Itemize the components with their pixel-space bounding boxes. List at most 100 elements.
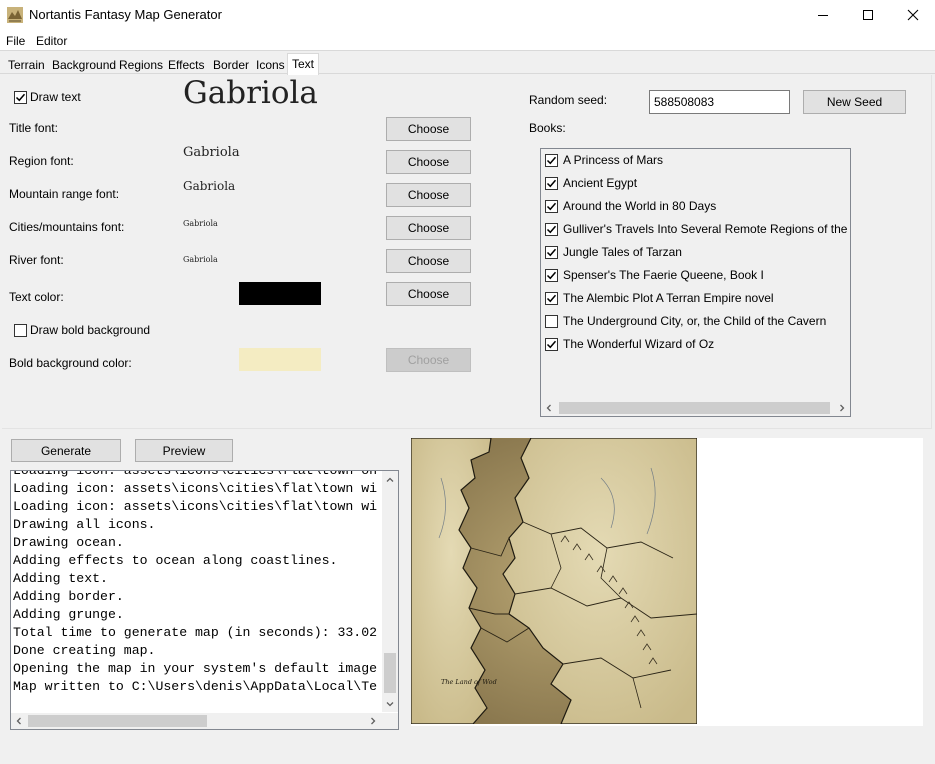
scroll-down-icon[interactable] (386, 700, 394, 708)
tab-regions[interactable]: Regions (115, 56, 167, 74)
new-seed-button[interactable]: New Seed (803, 90, 906, 114)
book-item[interactable]: Gulliver's Travels Into Several Remote R… (545, 219, 851, 239)
choose-mountain-font-button[interactable]: Choose (386, 183, 471, 207)
scroll-left-icon[interactable] (545, 404, 553, 412)
book-checkbox[interactable] (545, 291, 558, 305)
river-font-label: River font: (9, 253, 64, 267)
tab-border[interactable]: Border (209, 56, 253, 74)
random-seed-label: Random seed: (529, 93, 608, 107)
book-title: Ancient Egypt (563, 176, 638, 190)
title-bar: Nortantis Fantasy Map Generator (0, 0, 935, 30)
book-item[interactable]: A Princess of Mars (545, 150, 663, 170)
book-title: A Princess of Mars (563, 153, 664, 167)
book-title: The Underground City, or, the Child of t… (563, 314, 827, 328)
scroll-right-icon[interactable] (838, 404, 846, 412)
log-output[interactable]: Loading icon: assets\icons\cities\flat\t… (10, 470, 399, 730)
log-vertical-thumb[interactable] (384, 653, 396, 693)
log-line: Loading icon: assets\icons\cities\flat\t… (13, 470, 378, 478)
scroll-left-icon[interactable] (15, 717, 23, 725)
book-item[interactable]: Around the World in 80 Days (545, 196, 716, 216)
book-item[interactable]: The Underground City, or, the Child of t… (545, 311, 826, 331)
checkmark-icon (546, 202, 557, 210)
books-list: A Princess of Mars Ancient Egypt Around … (540, 148, 851, 417)
tab-background[interactable]: Background (48, 56, 120, 74)
log-horizontal-thumb[interactable] (28, 715, 207, 727)
log-line: Adding effects to ocean along coastlines… (13, 553, 338, 568)
choose-region-font-button[interactable]: Choose (386, 150, 471, 174)
close-button[interactable] (890, 0, 935, 30)
draw-bold-background-checkbox[interactable] (14, 324, 27, 337)
minimize-button[interactable] (800, 0, 846, 30)
book-title: Jungle Tales of Tarzan (563, 245, 682, 259)
book-checkbox[interactable] (545, 176, 558, 190)
tab-effects[interactable]: Effects (164, 56, 208, 74)
log-vertical-scrollbar[interactable] (382, 471, 398, 712)
book-checkbox[interactable] (545, 153, 558, 167)
log-line: Adding grunge. (13, 607, 124, 622)
cities-font-preview: Gabriola (183, 219, 218, 228)
draw-bold-background-label: Draw bold background (30, 323, 151, 337)
book-checkbox[interactable] (545, 222, 558, 236)
books-label: Books: (529, 121, 566, 135)
book-item[interactable]: Ancient Egypt (545, 173, 637, 193)
random-seed-input[interactable] (649, 90, 790, 114)
app-icon (7, 7, 23, 23)
books-scroll-thumb[interactable] (559, 402, 830, 414)
book-title: Gulliver's Travels Into Several Remote R… (563, 222, 851, 236)
draw-text-checkbox[interactable] (14, 91, 27, 104)
map-preview-area: The Land of Wod (411, 438, 923, 726)
checkmark-icon (546, 340, 557, 348)
choose-title-font-button[interactable]: Choose (386, 117, 471, 141)
books-horizontal-scrollbar[interactable] (542, 400, 849, 416)
book-checkbox[interactable] (545, 314, 558, 328)
menu-editor[interactable]: Editor (36, 34, 67, 48)
cities-font-label: Cities/mountains font: (9, 220, 125, 234)
menu-bar: File Editor (0, 30, 935, 51)
map-preview-image[interactable]: The Land of Wod (411, 438, 697, 724)
log-line: Opening the map in your system's default… (13, 661, 378, 676)
log-line: Drawing ocean. (13, 535, 124, 550)
book-checkbox[interactable] (545, 199, 558, 213)
book-item[interactable]: Jungle Tales of Tarzan (545, 242, 682, 262)
region-font-preview: Gabriola (183, 145, 240, 160)
minimize-icon (818, 15, 828, 16)
book-item[interactable]: Spenser's The Faerie Queene, Book I (545, 265, 764, 285)
book-title: Spenser's The Faerie Queene, Book I (563, 268, 764, 282)
tab-terrain[interactable]: Terrain (4, 56, 49, 74)
book-item[interactable]: The Alembic Plot A Terran Empire novel (545, 288, 774, 308)
scroll-right-icon[interactable] (369, 717, 377, 725)
log-line: Total time to generate map (in seconds):… (13, 625, 378, 640)
book-title: The Alembic Plot A Terran Empire novel (563, 291, 774, 305)
close-icon (907, 9, 919, 21)
mountain-font-label: Mountain range font: (9, 187, 120, 201)
checkmark-icon (15, 93, 26, 102)
preview-button[interactable]: Preview (135, 439, 233, 462)
tab-strip: Terrain Background Regions Effects Borde… (0, 52, 935, 75)
choose-cities-font-button[interactable]: Choose (386, 216, 471, 240)
region-font-label: Region font: (9, 154, 74, 168)
menu-file[interactable]: File (6, 34, 25, 48)
text-color-label: Text color: (9, 290, 64, 304)
log-line: Loading icon: assets\icons\cities\flat\t… (13, 499, 378, 514)
generate-button[interactable]: Generate (11, 439, 121, 462)
maximize-button[interactable] (845, 0, 891, 30)
title-font-label: Title font: (9, 121, 58, 135)
checkmark-icon (546, 248, 557, 256)
bold-background-color-swatch (239, 348, 321, 371)
log-line: Adding text. (13, 571, 108, 586)
book-item[interactable]: The Wonderful Wizard of Oz (545, 334, 714, 354)
choose-bold-background-color-button[interactable]: Choose (386, 348, 471, 372)
book-checkbox[interactable] (545, 268, 558, 282)
tab-text[interactable]: Text (287, 53, 320, 75)
book-checkbox[interactable] (545, 337, 558, 351)
text-color-swatch (239, 282, 321, 305)
choose-river-font-button[interactable]: Choose (386, 249, 471, 273)
scroll-up-icon[interactable] (386, 476, 394, 484)
log-horizontal-scrollbar[interactable] (11, 713, 382, 729)
choose-text-color-button[interactable]: Choose (386, 282, 471, 306)
checkmark-icon (546, 179, 557, 187)
book-title: The Wonderful Wizard of Oz (563, 337, 715, 351)
scrollbar-corner (382, 713, 398, 729)
book-checkbox[interactable] (545, 245, 558, 259)
tab-icons[interactable]: Icons (252, 56, 289, 74)
